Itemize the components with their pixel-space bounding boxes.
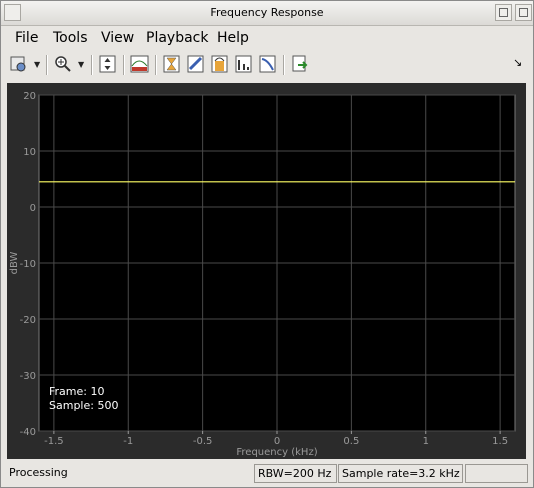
status-rbw: RBW=200 Hz — [254, 464, 337, 483]
cursor-measurement-icon[interactable] — [162, 54, 182, 74]
toolbar-separator — [46, 55, 48, 75]
x-tick-label: 0.5 — [343, 436, 359, 447]
status-sample-rate: Sample rate=3.2 kHz — [338, 464, 463, 483]
status-bar: Processing RBW=200 Hz Sample rate=3.2 kH… — [1, 461, 533, 487]
settings-icon[interactable] — [9, 54, 29, 74]
close-button[interactable] — [515, 4, 532, 21]
zoom-in-icon[interactable] — [53, 54, 73, 74]
menu-help[interactable]: Help — [217, 30, 249, 46]
scale-axes-icon[interactable] — [98, 54, 118, 74]
frequency-response-window: Frequency Response File Tools View Playb… — [0, 0, 534, 488]
menu-playback[interactable]: Playback — [146, 30, 208, 46]
toolbar: ▼ ▼ — [1, 51, 533, 79]
y-tick-label: -40 — [20, 427, 36, 438]
toolbar-separator — [283, 55, 285, 75]
spectrum-chart: -1.5 -1 -0.5 0 0.5 1 1.5 -40 -30 -20 -10 0 10 20 Fre… — [9, 91, 516, 458]
maximize-icon — [499, 8, 508, 17]
status-state: Processing — [9, 466, 68, 479]
sample-readout: Sample: 500 — [49, 399, 118, 412]
distortion-measurement-icon[interactable] — [234, 54, 254, 74]
x-axis-label: Frequency (kHz) — [236, 447, 317, 458]
spectrum-settings-icon[interactable] — [130, 54, 150, 74]
x-tick-label: -1.5 — [44, 436, 64, 447]
y-tick-label: 20 — [23, 91, 36, 102]
ccdf-icon[interactable] — [258, 54, 278, 74]
settings-dropdown-icon[interactable]: ▼ — [34, 60, 40, 69]
toolbar-separator — [91, 55, 93, 75]
close-icon — [519, 8, 528, 17]
x-tick-label: 1.5 — [492, 436, 508, 447]
frame-readout: Frame: 10 — [49, 385, 104, 398]
maximize-button[interactable] — [495, 4, 512, 21]
peak-finder-icon[interactable] — [186, 54, 206, 74]
menu-bar: File Tools View Playback Help ↘ — [1, 26, 533, 69]
channel-measurement-icon[interactable] — [210, 54, 230, 74]
toolbar-separator — [155, 55, 157, 75]
title-bar: Frequency Response — [1, 1, 533, 26]
y-tick-label: -10 — [20, 259, 36, 270]
y-axis-label: dBW — [9, 252, 20, 275]
status-extra — [465, 464, 528, 483]
toolbar-separator — [123, 55, 125, 75]
y-tick-label: 0 — [30, 203, 36, 214]
x-tick-label: 1 — [423, 436, 429, 447]
y-tick-label: -20 — [20, 315, 36, 326]
x-tick-label: -1 — [123, 436, 133, 447]
y-tick-label: 10 — [23, 147, 36, 158]
plot-panel: -1.5 -1 -0.5 0 0.5 1 1.5 -40 -30 -20 -10 0 10 20 Fre… — [7, 83, 526, 459]
window-title: Frequency Response — [210, 6, 324, 19]
menu-file[interactable]: File — [15, 30, 38, 46]
export-icon[interactable] — [290, 54, 310, 74]
x-tick-label: 0 — [274, 436, 280, 447]
y-tick-label: -30 — [20, 371, 36, 382]
menu-view[interactable]: View — [101, 30, 134, 46]
zoom-dropdown-icon[interactable]: ▼ — [78, 60, 84, 69]
x-tick-label: -0.5 — [193, 436, 213, 447]
menu-tools[interactable]: Tools — [53, 30, 88, 46]
